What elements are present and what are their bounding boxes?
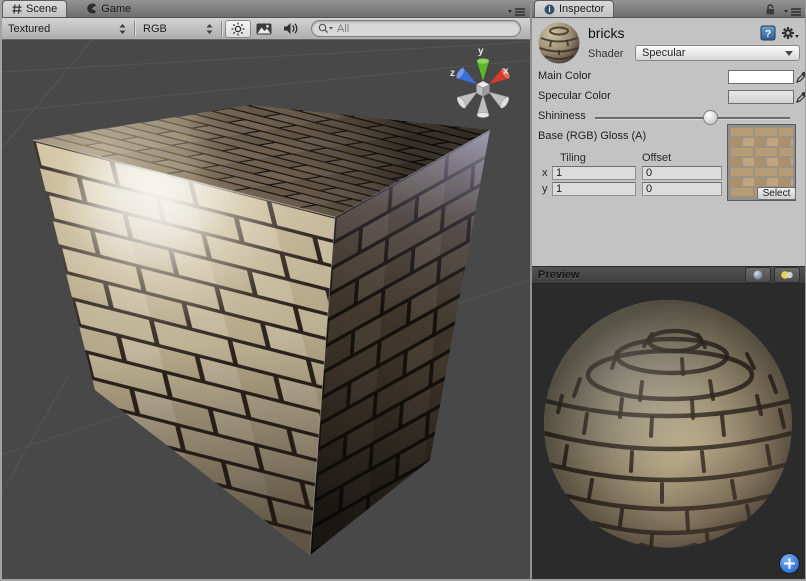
main-color-label: Main Color <box>538 70 591 82</box>
texture-select-button[interactable]: Select <box>757 187 796 200</box>
offset-x-input[interactable] <box>642 166 722 180</box>
gizmo-x-label[interactable]: x <box>503 66 509 77</box>
shader-value: Specular <box>642 47 685 59</box>
svg-text:?: ? <box>765 29 771 40</box>
tab-inspector[interactable]: i Inspector <box>534 0 614 17</box>
tiling-y-input[interactable] <box>552 182 636 196</box>
toolbar-separator <box>134 21 135 37</box>
specular-color-label: Specular Color <box>538 90 611 102</box>
tab-scene-label: Scene <box>26 3 57 15</box>
inspector-panel-menu-icon[interactable] <box>784 4 802 14</box>
scene-toolbar: Textured RGB <box>0 18 530 40</box>
shininess-slider-handle[interactable] <box>704 111 717 124</box>
scene-grid-icon <box>12 4 22 14</box>
render-mode-value: Textured <box>8 23 50 35</box>
material-inspector: bricks Shader Specular ? <box>532 18 806 266</box>
sphere-icon <box>753 270 763 280</box>
inspector-tab-row: i Inspector <box>532 0 806 18</box>
tiling-x-input[interactable] <box>552 166 636 180</box>
preview-area <box>532 284 806 580</box>
plus-icon <box>784 558 795 569</box>
sun-icon <box>231 22 245 36</box>
help-icon[interactable]: ? <box>760 25 776 41</box>
preview-lighting-button[interactable] <box>774 267 800 283</box>
preview-header[interactable]: Preview <box>532 266 806 284</box>
inspector-panel: i Inspector <box>532 0 806 581</box>
offset-y-input[interactable] <box>642 182 722 196</box>
game-icon <box>86 3 97 14</box>
scene-viewport[interactable]: y x z <box>0 40 530 580</box>
image-icon <box>256 23 272 35</box>
lights-icon <box>780 270 794 280</box>
row-y-label: y <box>542 183 548 195</box>
svg-text:i: i <box>548 5 550 14</box>
base-map-label: Base (RGB) Gloss (A) <box>538 130 646 142</box>
shininess-slider-track[interactable] <box>595 117 790 120</box>
scene-3d-render: y x z <box>0 40 530 580</box>
row-x-label: x <box>542 167 548 179</box>
updown-arrows-icon <box>206 24 213 34</box>
scene-search-box[interactable] <box>311 20 521 37</box>
unity-editor-window: Scene Game Textured <box>0 0 806 581</box>
eyedropper-icon[interactable] <box>796 89 806 103</box>
tab-game[interactable]: Game <box>77 0 140 17</box>
specular-color-swatch[interactable] <box>728 90 794 104</box>
scene-panel-menu-icon[interactable] <box>508 4 526 14</box>
updown-arrows-icon <box>119 24 126 34</box>
gizmo-y-label[interactable]: y <box>478 46 484 57</box>
main-color-swatch[interactable] <box>728 70 794 84</box>
scene-lighting-toggle[interactable] <box>225 20 251 38</box>
color-mode-value: RGB <box>143 23 167 35</box>
preview-plus-button[interactable] <box>780 554 799 573</box>
material-name: bricks <box>588 25 625 41</box>
shininess-label: Shininess <box>538 110 586 122</box>
shader-label: Shader <box>588 48 623 60</box>
offset-header: Offset <box>642 152 671 164</box>
gear-icon[interactable] <box>781 25 799 41</box>
panel-divider[interactable] <box>530 0 532 581</box>
lock-icon[interactable] <box>764 3 776 16</box>
eyedropper-icon[interactable] <box>796 69 806 83</box>
preview-title: Preview <box>538 269 742 281</box>
info-icon: i <box>544 4 555 15</box>
speaker-icon <box>283 22 298 35</box>
color-mode-dropdown[interactable]: RGB <box>138 20 218 38</box>
toolbar-separator <box>221 21 222 37</box>
scene-search-input[interactable] <box>333 22 514 35</box>
scene-tab-row: Scene Game <box>0 0 530 18</box>
material-preview-sphere[interactable] <box>532 284 806 580</box>
tab-inspector-label: Inspector <box>559 3 604 15</box>
tab-game-label: Game <box>101 3 131 15</box>
render-mode-dropdown[interactable]: Textured <box>3 20 131 38</box>
scene-audio-toggle[interactable] <box>277 20 303 38</box>
tiling-header: Tiling <box>560 152 586 164</box>
chevron-down-icon <box>785 51 793 56</box>
tab-scene[interactable]: Scene <box>2 0 67 17</box>
shader-dropdown[interactable]: Specular <box>635 45 800 61</box>
scene-skybox-toggle[interactable] <box>251 20 277 38</box>
search-icon <box>318 23 333 34</box>
preview-mesh-button[interactable] <box>745 267 771 283</box>
gizmo-z-label[interactable]: z <box>450 68 455 79</box>
material-thumbnail-sphere[interactable] <box>537 21 581 65</box>
scene-panel: Scene Game Textured <box>0 0 530 581</box>
